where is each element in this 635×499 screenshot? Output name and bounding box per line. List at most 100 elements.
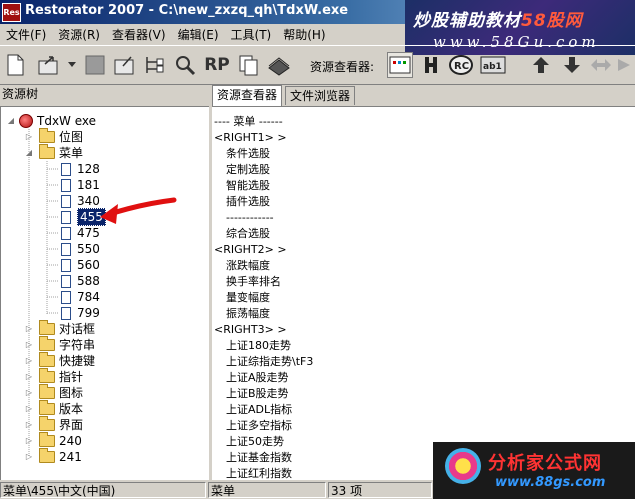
arrow-up-icon[interactable] xyxy=(528,52,554,78)
window-title: Restorator 2007 - C:\new_zxzq_qh\TdxW.ex… xyxy=(25,3,349,18)
exe-icon xyxy=(19,114,33,128)
arrow-down-icon[interactable] xyxy=(559,52,585,78)
menu-bar: 文件(F) 资源(R) 查看器(V) 编辑(E) 工具(T) 帮助(H) xyxy=(0,24,410,44)
status-path: 菜单\455\中文(中国) xyxy=(0,482,206,498)
document-icon xyxy=(61,274,71,288)
app-icon: Res xyxy=(2,3,21,22)
tree-label: 128 xyxy=(77,162,100,176)
expand-icon[interactable]: ▷ xyxy=(25,453,33,461)
flower-logo-icon xyxy=(445,448,481,484)
viewer-mode-icon[interactable] xyxy=(387,52,413,78)
tree-item-128[interactable]: 128 xyxy=(61,161,100,177)
tree-item-550[interactable]: 550 xyxy=(61,241,100,257)
menu-resource[interactable]: 资源(R) xyxy=(52,26,106,43)
expand-icon[interactable]: ▷ xyxy=(25,133,33,141)
viewer-label: 资源查看器: xyxy=(310,60,375,74)
tree-label: 字符串 xyxy=(59,338,96,352)
folder-icon xyxy=(39,416,55,431)
rp-icon[interactable]: RP xyxy=(204,52,230,78)
svg-text:ab1: ab1 xyxy=(483,62,502,72)
menu-line: <RIGHT2> > xyxy=(214,243,287,256)
resource-tree: ◢ TdxW exe ▷ 位图 ◢ 菜单 128 181 340 455 475 xyxy=(0,106,209,480)
menu-line: 条件选股 xyxy=(226,147,270,160)
document-icon xyxy=(61,306,71,320)
folder-icon xyxy=(39,400,55,415)
folder-icon xyxy=(39,352,55,367)
menu-line: 定制选股 xyxy=(226,163,270,176)
expand-icon[interactable]: ▷ xyxy=(25,437,33,445)
red-arrow-annotation xyxy=(100,197,177,224)
expand-icon[interactable]: ▷ xyxy=(25,421,33,429)
svg-text:RC: RC xyxy=(454,61,469,72)
tab-resource-viewer[interactable]: 资源查看器 xyxy=(212,85,283,106)
tree-folder-menu[interactable]: ◢ 菜单 xyxy=(25,144,83,161)
folder-icon xyxy=(39,144,55,159)
tree-folder-string[interactable]: ▷ 字符串 xyxy=(25,336,96,353)
tree-label: 799 xyxy=(77,306,100,320)
collapse-icon[interactable]: ◢ xyxy=(25,149,33,157)
expand-icon[interactable]: ▷ xyxy=(25,341,33,349)
document-icon xyxy=(61,226,71,240)
folder-icon xyxy=(39,448,55,463)
menu-line: 上证ADL指标 xyxy=(226,403,293,416)
tree-folder-version[interactable]: ▷ 版本 xyxy=(25,400,83,417)
resource-tree-icon[interactable] xyxy=(142,52,168,78)
tree-folder-dialog[interactable]: ▷ 对话框 xyxy=(25,320,95,337)
tree-item-784[interactable]: 784 xyxy=(61,289,100,305)
document-icon xyxy=(61,290,71,304)
menu-line: <RIGHT1> > xyxy=(214,131,287,144)
menu-help[interactable]: 帮助(H) xyxy=(277,26,331,43)
collapse-icon[interactable]: ◢ xyxy=(7,117,15,125)
menu-viewer[interactable]: 查看器(V) xyxy=(106,26,172,43)
tree-item-799[interactable]: 799 xyxy=(61,305,100,321)
tree-folder-240[interactable]: ▷ 240 xyxy=(25,432,82,449)
tree-folder-bitmap[interactable]: ▷ 位图 xyxy=(25,128,84,145)
tree-item-475[interactable]: 475 xyxy=(61,225,100,241)
folder-icon xyxy=(39,336,55,351)
expand-icon[interactable]: ▷ xyxy=(25,325,33,333)
menu-line: <RIGHT3> > xyxy=(214,323,287,336)
menu-edit[interactable]: 编辑(E) xyxy=(172,26,225,43)
tree-folder-icon[interactable]: ▷ 图标 xyxy=(25,384,83,401)
save-icon[interactable] xyxy=(82,52,108,78)
arrow-right-icon[interactable] xyxy=(614,52,634,78)
menu-line: 换手率排名 xyxy=(226,275,281,288)
tab-file-browser[interactable]: 文件浏览器 xyxy=(285,86,356,105)
tree-label: 位图 xyxy=(59,130,84,144)
arrow-left-right-icon[interactable] xyxy=(588,52,614,78)
menu-file[interactable]: 文件(F) xyxy=(0,26,52,43)
menu-line: 上证基金指数 xyxy=(226,451,292,464)
menu-line: 上证50走势 xyxy=(226,435,284,448)
expand-icon[interactable]: ▷ xyxy=(25,389,33,397)
tree-item-181[interactable]: 181 xyxy=(61,177,100,193)
dropdown-arrow-icon[interactable] xyxy=(66,52,78,78)
menu-tools[interactable]: 工具(T) xyxy=(225,26,278,43)
tree-item-340[interactable]: 340 xyxy=(61,193,100,209)
resource-tree-header: 资源树 xyxy=(2,87,39,101)
tree-item-588[interactable]: 588 xyxy=(61,273,100,289)
binary-view-icon[interactable]: ab1 xyxy=(480,52,506,78)
menu-line: 振荡幅度 xyxy=(226,307,270,320)
document-icon xyxy=(61,210,71,224)
watermark-top-accent: 58股网 xyxy=(521,11,583,31)
expand-icon[interactable]: ▷ xyxy=(25,357,33,365)
tree-label: 240 xyxy=(59,434,82,448)
tree-folder-241[interactable]: ▷ 241 xyxy=(25,448,82,465)
tree-root[interactable]: ◢ TdxW exe xyxy=(7,113,96,129)
tree-folder-accelerator[interactable]: ▷ 快捷键 xyxy=(25,352,95,369)
tree-folder-cursor[interactable]: ▷ 指针 xyxy=(25,368,83,385)
tree-folder-ui[interactable]: ▷ 界面 xyxy=(25,416,83,433)
search-icon[interactable] xyxy=(172,52,198,78)
new-file-icon[interactable] xyxy=(2,52,28,78)
expand-icon[interactable]: ▷ xyxy=(25,373,33,381)
tree-label: 241 xyxy=(59,450,82,464)
copy-icon[interactable] xyxy=(236,52,262,78)
tree-item-560[interactable]: 560 xyxy=(61,257,100,273)
rc-view-icon[interactable]: RC xyxy=(448,52,474,78)
watermark-bottom-line1: 分析家公式网 xyxy=(488,453,602,474)
open-file-icon[interactable] xyxy=(36,52,62,78)
expand-icon[interactable]: ▷ xyxy=(25,405,33,413)
hex-view-icon[interactable] xyxy=(418,52,444,78)
book-icon[interactable] xyxy=(266,52,292,78)
extract-icon[interactable] xyxy=(112,52,138,78)
